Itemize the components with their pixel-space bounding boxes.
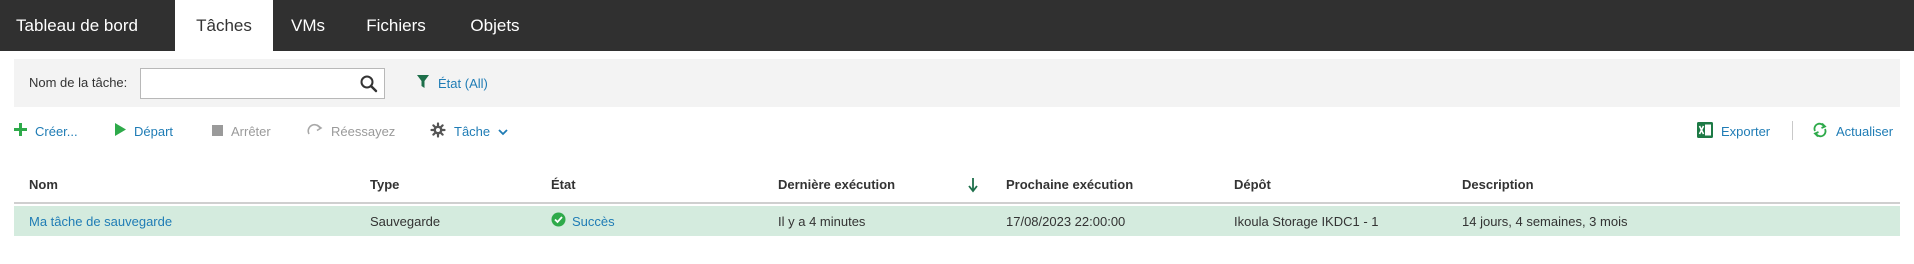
refresh-icon xyxy=(1812,122,1828,141)
toolbar-divider xyxy=(1792,121,1793,140)
task-next-run-cell: 17/08/2023 22:00:00 xyxy=(1006,213,1126,229)
stop-icon xyxy=(212,124,223,139)
task-name-link[interactable]: Ma tâche de sauvegarde xyxy=(29,206,172,236)
tab-vms[interactable]: VMs xyxy=(278,0,338,51)
chevron-down-icon xyxy=(498,124,508,139)
play-icon xyxy=(115,123,126,139)
task-state-label: Succès xyxy=(572,213,615,229)
task-menu-button[interactable]: Tâche xyxy=(430,121,508,141)
column-header-next-run[interactable]: Prochaine exécution xyxy=(1006,166,1133,202)
column-header-name[interactable]: Nom xyxy=(29,166,58,202)
task-last-run-cell: Il y a 4 minutes xyxy=(778,213,866,229)
task-description-cell: 14 jours, 4 semaines, 3 mois xyxy=(1462,213,1628,229)
column-header-type[interactable]: Type xyxy=(370,166,399,202)
table-row[interactable]: Ma tâche de sauvegarde Sauvegarde Succès… xyxy=(14,206,1900,236)
top-navigation: Tableau de bord Tâches VMs Fichiers Obje… xyxy=(0,0,1914,51)
task-type-cell: Sauvegarde xyxy=(370,213,441,229)
retry-label: Réessayez xyxy=(331,123,396,139)
tab-objects[interactable]: Objets xyxy=(460,0,530,51)
task-repository-cell: Ikoula Storage IKDC1 - 1 xyxy=(1234,213,1379,229)
task-state-cell[interactable]: Succès xyxy=(551,206,615,236)
tab-label: VMs xyxy=(291,15,325,35)
excel-icon xyxy=(1697,121,1713,141)
column-header-description[interactable]: Description xyxy=(1462,166,1534,202)
export-label: Exporter xyxy=(1721,123,1771,139)
column-header-last-run[interactable]: Dernière exécution xyxy=(778,166,895,202)
tab-dashboard[interactable]: Tableau de bord xyxy=(14,0,140,51)
task-name-label: Nom de la tâche: xyxy=(29,75,128,90)
retry-icon xyxy=(307,122,323,140)
tab-label: Tâches xyxy=(196,15,252,35)
task-menu-label: Tâche xyxy=(454,123,491,139)
column-header-state[interactable]: État xyxy=(551,166,576,202)
create-label: Créer... xyxy=(35,123,78,139)
table-header: Nom Type État Dernière exécution Prochai… xyxy=(14,166,1900,204)
tab-files[interactable]: Fichiers xyxy=(358,0,434,51)
state-filter[interactable]: État (All) xyxy=(416,73,488,93)
retry-button[interactable]: Réessayez xyxy=(307,121,395,141)
tab-label: Objets xyxy=(470,15,520,35)
plus-icon xyxy=(14,123,27,139)
arrow-down-icon xyxy=(966,176,980,194)
check-circle-icon xyxy=(551,212,566,230)
refresh-label: Actualiser xyxy=(1836,123,1894,139)
task-name-input[interactable] xyxy=(140,68,385,99)
stop-button[interactable]: Arrêter xyxy=(212,121,271,141)
stop-label: Arrêter xyxy=(231,123,271,139)
refresh-button[interactable]: Actualiser xyxy=(1812,121,1893,141)
column-header-repository[interactable]: Dépôt xyxy=(1234,166,1271,202)
state-filter-label: État (All) xyxy=(438,75,488,91)
tab-tasks[interactable]: Tâches xyxy=(175,0,273,51)
create-button[interactable]: Créer... xyxy=(14,121,78,141)
filter-bar: Nom de la tâche: État (All) xyxy=(14,59,1900,107)
start-button[interactable]: Départ xyxy=(115,121,173,141)
tab-label: Fichiers xyxy=(366,15,426,35)
tab-label: Tableau de bord xyxy=(16,15,138,35)
export-button[interactable]: Exporter xyxy=(1697,121,1770,141)
start-label: Départ xyxy=(134,123,174,139)
search-icon[interactable] xyxy=(359,74,379,94)
funnel-icon xyxy=(416,74,430,93)
gear-icon xyxy=(430,121,446,141)
